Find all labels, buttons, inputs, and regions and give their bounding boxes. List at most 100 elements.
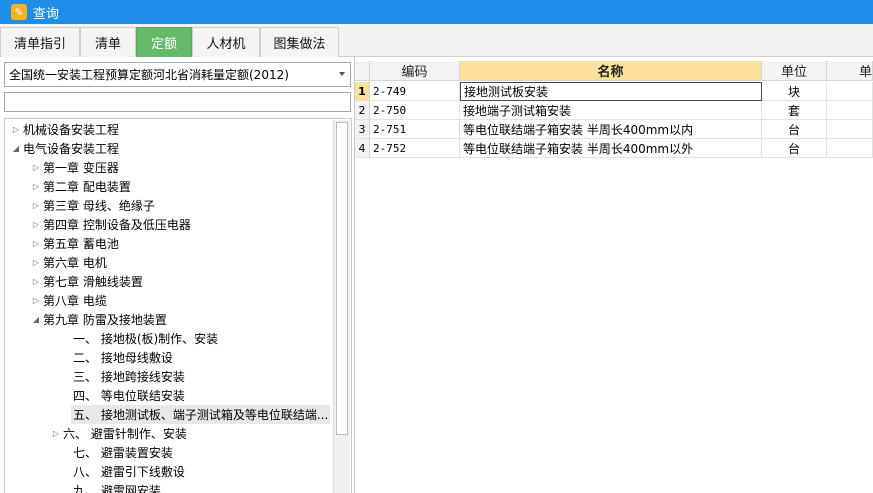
tree-item[interactable]: 八、 避雷引下线敷设: [51, 462, 187, 481]
tree-item-label: 二、 接地母线敷设: [73, 351, 173, 365]
collapse-arrow-icon[interactable]: ◢: [11, 139, 21, 158]
tree-item[interactable]: ▷ 机械设备安装工程: [11, 120, 121, 139]
cell-price[interactable]: [827, 139, 873, 158]
cell-price[interactable]: [827, 120, 873, 139]
tab-atlas-method[interactable]: 图集做法: [260, 27, 339, 57]
row-number[interactable]: 1: [355, 82, 370, 101]
tree-item-label: 第七章 滑触线装置: [43, 275, 143, 289]
expand-arrow-icon[interactable]: ▷: [31, 272, 41, 291]
window-title: 查询: [33, 6, 60, 22]
tree-item-label: 八、 避雷引下线敷设: [73, 465, 185, 479]
cell-unit[interactable]: 台: [762, 120, 827, 139]
tree-item[interactable]: ▷ 第五章 蓄电池: [31, 234, 121, 253]
tree-item-label: 电气设备安装工程: [23, 142, 120, 156]
tree-item[interactable]: ▷ 第二章 配电装置: [31, 177, 133, 196]
tab-quota[interactable]: 定额: [136, 27, 192, 57]
row-number[interactable]: 4: [355, 139, 370, 158]
chapter-tree: 九、 避雷网安装 八、 避雷引下线敷设 七、 避雷装置安装 ▷ 六、 避雷针制作、安装五…: [4, 118, 352, 493]
quota-library-value: 全国统一安装工程预算定额河北省消耗量定额(2012): [9, 68, 289, 82]
row-number[interactable]: 2: [355, 101, 370, 120]
tree-item[interactable]: ◢ 第九章 防雷及接地装置: [31, 310, 169, 329]
expand-arrow-icon[interactable]: ▷: [31, 291, 41, 310]
tab-labor-material-machine[interactable]: 人材机: [192, 27, 260, 57]
tree-item[interactable]: 三、 接地跨接线安装: [51, 367, 187, 386]
expand-arrow-icon[interactable]: ▷: [31, 196, 41, 215]
row-number-header: [355, 61, 370, 81]
expand-arrow-icon[interactable]: ▷: [11, 120, 21, 139]
collapse-arrow-icon[interactable]: ◢: [31, 310, 41, 329]
cell-unit[interactable]: 块: [762, 82, 827, 101]
cell-unit[interactable]: 套: [762, 101, 827, 120]
tree-item-label: 第四章 控制设备及低压电器: [43, 218, 191, 232]
cell-code[interactable]: 2-749: [370, 82, 460, 101]
dropdown-arrow-icon[interactable]: [339, 72, 345, 76]
app-logo-icon: ✎: [11, 4, 27, 20]
scrollbar-thumb[interactable]: [336, 122, 348, 435]
tree-item-label: 四、 等电位联结安装: [73, 389, 185, 403]
tree-item[interactable]: 七、 避雷装置安装: [51, 443, 175, 462]
tree-item[interactable]: 四、 等电位联结安装: [51, 386, 187, 405]
window-titlebar: ✎ 查询: [0, 0, 873, 24]
tree-scrollbar[interactable]: [333, 120, 350, 493]
expand-arrow-icon[interactable]: ▷: [31, 177, 41, 196]
tree-item-label: 第六章 电机: [43, 256, 107, 270]
tree-item-label: 第五章 蓄电池: [43, 237, 119, 251]
cell-price[interactable]: [827, 82, 873, 101]
cell-code[interactable]: 2-752: [370, 139, 460, 158]
tree-item-label: 第二章 配电装置: [43, 180, 131, 194]
tree-item-label: 第三章 母线、绝缘子: [43, 199, 155, 213]
tree-item-label: 机械设备安装工程: [23, 123, 120, 137]
cell-name[interactable]: 等电位联结端子箱安装 半周长400mm以内: [460, 120, 762, 139]
row-number[interactable]: 3: [355, 120, 370, 139]
column-header-name[interactable]: 名称: [460, 61, 762, 81]
cell-name[interactable]: 接地端子测试箱安装: [460, 101, 762, 120]
tree-item[interactable]: 五、 接地测试板、端子测试箱及等电位联结端...: [51, 405, 331, 424]
tree-item[interactable]: ▷ 第六章 电机: [31, 253, 109, 272]
expand-arrow-icon[interactable]: ▷: [31, 253, 41, 272]
tree-item-label: 三、 接地跨接线安装: [73, 370, 185, 384]
quota-library-select[interactable]: 全国统一安装工程预算定额河北省消耗量定额(2012): [4, 62, 351, 87]
column-header-price[interactable]: 单: [827, 61, 873, 81]
tab-bill[interactable]: 清单: [80, 27, 136, 57]
tree-item[interactable]: ▷ 第四章 控制设备及低压电器: [31, 215, 193, 234]
tree-item-label: 第一章 变压器: [43, 161, 119, 175]
tree-item[interactable]: 九、 避雷网安装: [51, 481, 163, 493]
cell-name[interactable]: 等电位联结端子箱安装 半周长400mm以外: [460, 139, 762, 158]
tree-item[interactable]: ▷ 第一章 变压器: [31, 158, 121, 177]
tree-item[interactable]: 一、 接地极(板)制作、安装: [51, 329, 220, 348]
expand-arrow-icon[interactable]: ▷: [51, 424, 61, 443]
expand-arrow-icon[interactable]: ▷: [31, 158, 41, 177]
tree-item-label: 五、 接地测试板、端子测试箱及等电位联结端...: [71, 405, 331, 424]
tab-bill-guide[interactable]: 清单指引: [0, 27, 80, 57]
tree-item[interactable]: ▷ 六、 避雷针制作、安装: [51, 424, 189, 443]
tree-item[interactable]: ◢ 电气设备安装工程: [11, 139, 121, 158]
expand-arrow-icon[interactable]: ▷: [31, 234, 41, 253]
tree-item-label: 九、 避雷网安装: [73, 484, 161, 493]
tab-bar: 清单指引 清单 定额 人材机 图集做法: [0, 24, 873, 57]
cell-unit[interactable]: 台: [762, 139, 827, 158]
expand-arrow-icon[interactable]: ▷: [31, 215, 41, 234]
column-header-unit[interactable]: 单位: [762, 61, 827, 81]
tree-item[interactable]: ▷ 第三章 母线、绝缘子: [31, 196, 157, 215]
search-input[interactable]: [4, 92, 351, 112]
column-header-code[interactable]: 编码: [370, 61, 460, 81]
cell-code[interactable]: 2-750: [370, 101, 460, 120]
cell-price[interactable]: [827, 101, 873, 120]
quota-grid: 编码 名称 单位 单 1 2-749 接地测试板安装块 2 2-750 接地端子测试箱安装…: [355, 58, 873, 493]
cell-code[interactable]: 2-751: [370, 120, 460, 139]
tree-item-label: 一、 接地极(板)制作、安装: [73, 332, 219, 346]
cell-name[interactable]: 接地测试板安装: [460, 82, 762, 101]
tree-item-label: 第八章 电缆: [43, 294, 107, 308]
tree-item[interactable]: ▷ 第七章 滑触线装置: [31, 272, 145, 291]
tree-item-label: 七、 避雷装置安装: [73, 446, 173, 460]
tree-item[interactable]: 二、 接地母线敷设: [51, 348, 175, 367]
tree-item[interactable]: ▷ 第八章 电缆: [31, 291, 109, 310]
